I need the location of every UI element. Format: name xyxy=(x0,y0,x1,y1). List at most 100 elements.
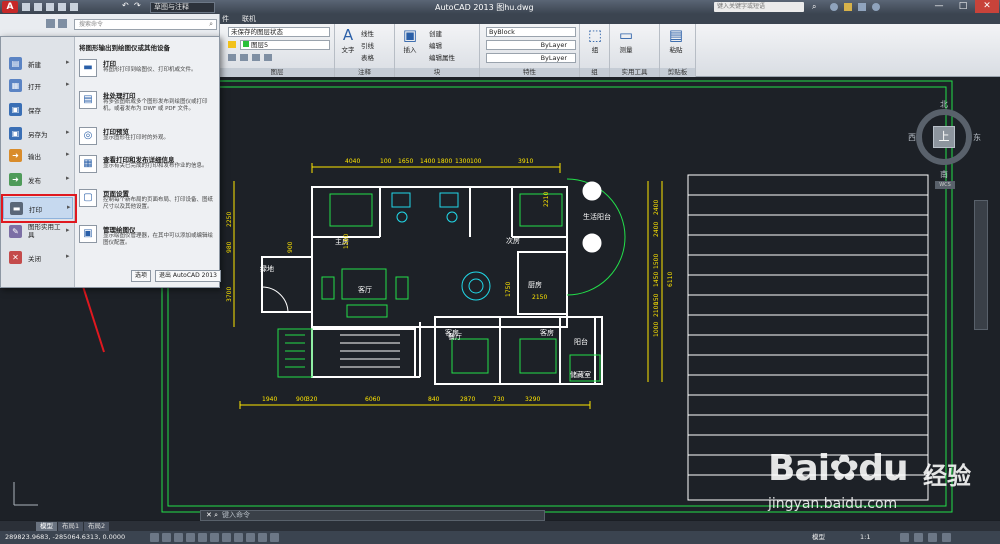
layer-tool-icon[interactable] xyxy=(252,54,260,61)
tab-layout1[interactable]: 布局1 xyxy=(58,522,84,531)
help-icon[interactable] xyxy=(872,3,880,11)
dimension-right: 2400 xyxy=(653,222,660,237)
wcs-menu[interactable]: WCS xyxy=(935,181,955,189)
compass-west[interactable]: 西 xyxy=(908,132,916,143)
menu-item-export[interactable]: ➜ 输出 ▸ xyxy=(3,145,73,167)
ribbon-tab-online[interactable]: 联机 xyxy=(242,14,256,24)
viewcube-top-face[interactable]: 上 xyxy=(933,126,955,148)
create-block-button[interactable]: 创建 xyxy=(429,28,442,38)
menu-search-input[interactable]: 搜索命令 ⌕ xyxy=(74,19,217,30)
qat-new-icon[interactable] xyxy=(22,3,30,11)
ribbon-tab-file[interactable]: 件 xyxy=(222,14,229,24)
exit-autocad-button[interactable]: 退出 AutoCAD 2013 xyxy=(155,270,221,282)
submenu-item-plot-details[interactable]: ▦ 查看打印和发布详细信息 显示有关已完成的打印和发布作业的信息。 xyxy=(79,153,217,187)
user-icon[interactable] xyxy=(830,3,838,11)
measure-button[interactable]: ▭ 测量 xyxy=(614,26,638,54)
lineweight-dropdown[interactable]: ByLayer xyxy=(486,53,576,63)
edit-attribute-button[interactable]: 编辑属性 xyxy=(429,52,455,62)
submenu-item-desc: 控制每个新布局的页面布局、打印设备、图纸尺寸以及其他设置。 xyxy=(103,197,214,210)
current-layer-dropdown[interactable]: 图层5 xyxy=(240,40,330,50)
menu-item-close[interactable]: ✕ 关闭 ▸ xyxy=(3,247,73,269)
polar-tracking-icon[interactable] xyxy=(186,533,195,542)
linear-dim-button[interactable]: 线性 xyxy=(361,28,374,38)
clean-screen-icon[interactable] xyxy=(942,533,951,542)
workspace-switch-icon[interactable] xyxy=(900,533,909,542)
dynamic-input-icon[interactable] xyxy=(246,533,255,542)
exchange-icon[interactable] xyxy=(858,3,866,11)
annotation-panel-title[interactable]: 注释 xyxy=(335,68,394,77)
open-documents-icon[interactable] xyxy=(58,19,67,28)
submenu-item-batch-plot[interactable]: ▤ 批处理打印 将多张图纸或多个图形发布到绘图仪或打印机，或者发布为 DWF 或… xyxy=(79,89,217,123)
compass-east[interactable]: 东 xyxy=(973,132,981,143)
close-button[interactable]: ✕ xyxy=(975,0,999,13)
transparency-icon[interactable] xyxy=(270,533,279,542)
qat-save-icon[interactable] xyxy=(46,3,54,11)
navigation-bar[interactable] xyxy=(974,200,988,330)
search-icon[interactable]: ⌕ xyxy=(812,2,818,12)
options-button[interactable]: 选项 xyxy=(131,270,152,282)
leader-button[interactable]: 引线 xyxy=(361,40,374,50)
help-search-input[interactable]: 键入关键字或短语 xyxy=(714,2,804,12)
block-panel: ▣ 插入 创建 编辑 编辑属性 块 xyxy=(395,24,480,77)
table-button[interactable]: 表格 xyxy=(361,52,374,62)
compass-south[interactable]: 南 xyxy=(940,169,948,180)
insert-button[interactable]: ▣ 插入 xyxy=(399,26,421,54)
menu-item-new[interactable]: ▤ 新建 ▸ xyxy=(3,53,73,75)
qat-plot-icon[interactable] xyxy=(70,3,78,11)
utilities-panel-title[interactable]: 实用工具 xyxy=(610,68,659,77)
color-dropdown[interactable]: ByBlock xyxy=(486,27,576,37)
application-menu-button[interactable]: A xyxy=(2,1,18,13)
maximize-button[interactable]: □ xyxy=(951,0,975,13)
submenu-item-page-setup[interactable]: ▢ 页面设置 控制每个新布局的页面布局、打印设备、图纸尺寸以及其他设置。 xyxy=(79,187,217,221)
qat-open-icon[interactable] xyxy=(34,3,42,11)
workspace-dropdown[interactable]: 草图与注释 xyxy=(150,2,215,13)
submenu-item-plot[interactable]: ▬ 打印 将图形打印到绘图仪、打印机或文件。 xyxy=(79,57,217,91)
group-button[interactable]: ⬚ 组 xyxy=(584,26,606,54)
menu-item-drawing-utilities[interactable]: ✎ 图形实用工具 ▸ xyxy=(3,221,73,245)
menu-item-open[interactable]: ▦ 打开 ▸ xyxy=(3,75,73,97)
compass-north[interactable]: 北 xyxy=(940,99,948,110)
properties-panel-title[interactable]: 特性 xyxy=(480,68,579,77)
layer-state-dropdown[interactable]: 未保存的图层状态 xyxy=(228,27,330,37)
model-space-toggle[interactable]: 模型 xyxy=(812,532,825,543)
recent-documents-icon[interactable] xyxy=(46,19,55,28)
ortho-mode-icon[interactable] xyxy=(174,533,183,542)
layer-tool-icon[interactable] xyxy=(228,54,236,61)
layer-panel-title[interactable]: 图层 xyxy=(220,68,334,77)
menu-item-save-as[interactable]: ▣ 另存为 ▸ xyxy=(3,123,73,145)
dimension-bottom: 2870 xyxy=(460,396,475,403)
undo-icon[interactable]: ↶ xyxy=(122,1,129,10)
otrack-icon[interactable] xyxy=(222,533,231,542)
layer-tool-icon[interactable] xyxy=(264,54,272,61)
paste-button[interactable]: ▤ 粘贴 xyxy=(664,26,688,54)
edit-block-button[interactable]: 编辑 xyxy=(429,40,442,50)
clipboard-panel-title[interactable]: 剪贴板 xyxy=(660,68,695,77)
menu-item-save[interactable]: ▣ 保存 xyxy=(3,99,73,121)
redo-icon[interactable]: ↷ xyxy=(134,1,141,10)
viewcube[interactable]: 上 北 南 东 西 WCS xyxy=(905,97,985,192)
command-line-input[interactable]: ✕ ⌕ 键入命令 xyxy=(200,510,545,521)
isolate-objects-icon[interactable] xyxy=(928,533,937,542)
minimize-button[interactable]: — xyxy=(927,0,951,13)
layer-on-icon[interactable] xyxy=(228,41,236,48)
ducs-icon[interactable] xyxy=(234,533,243,542)
lineweight-icon[interactable] xyxy=(258,533,267,542)
lock-icon[interactable] xyxy=(914,533,923,542)
grid-display-icon[interactable] xyxy=(162,533,171,542)
layer-tool-icon[interactable] xyxy=(240,54,248,61)
coordinate-readout[interactable]: 289823.9683, -285064.6313, 0.0000 xyxy=(5,532,125,543)
object-snap-icon[interactable] xyxy=(198,533,207,542)
tab-layout2[interactable]: 布局2 xyxy=(84,522,110,531)
qat-saveas-icon[interactable] xyxy=(58,3,66,11)
snap-mode-icon[interactable] xyxy=(150,533,159,542)
star-icon[interactable] xyxy=(844,3,852,11)
block-panel-title[interactable]: 块 xyxy=(395,68,479,77)
submenu-item-manage-plotters[interactable]: ▣ 管理绘图仪 显示绘图仪管理器，在其中可以添加或编辑绘图仪配置。 xyxy=(79,223,217,257)
3d-osnap-icon[interactable] xyxy=(210,533,219,542)
linetype-dropdown[interactable]: ByLayer xyxy=(486,40,576,50)
menu-item-publish[interactable]: ➜ 发布 ▸ xyxy=(3,169,73,191)
group-panel-title[interactable]: 组 xyxy=(580,68,609,77)
annotation-scale[interactable]: 1:1 xyxy=(860,532,870,543)
text-button[interactable]: A 文字 xyxy=(339,26,357,54)
tab-model[interactable]: 模型 xyxy=(36,522,57,531)
